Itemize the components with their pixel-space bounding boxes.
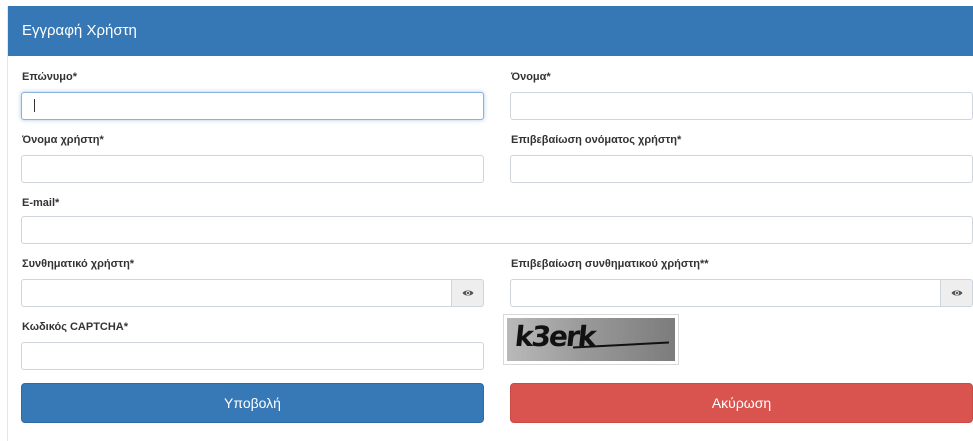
password-confirm-input[interactable] <box>510 279 941 307</box>
captcha-label: Κωδικός CAPTCHA* <box>22 321 129 333</box>
text-caret <box>34 99 35 112</box>
email-label: E-mail* <box>22 197 60 209</box>
captcha-image-frame: k3erk <box>503 314 679 365</box>
password-input[interactable] <box>21 279 452 307</box>
show-password-confirm-button[interactable] <box>941 279 973 307</box>
eye-icon <box>462 290 473 296</box>
firstname-label: Όνομα* <box>511 71 551 83</box>
captcha-input[interactable] <box>21 342 484 370</box>
captcha-image: k3erk <box>507 318 675 361</box>
username-label: Όνομα χρήστη* <box>22 134 104 146</box>
panel-title: Εγγραφή Χρήστη <box>8 6 973 56</box>
username-confirm-label: Επιβεβαίωση ονόματος χρήστη* <box>511 134 682 146</box>
cancel-button[interactable]: Ακύρωση <box>510 383 973 423</box>
username-confirm-input[interactable] <box>510 155 973 183</box>
surname-input[interactable] <box>21 92 484 120</box>
show-password-button[interactable] <box>452 279 484 307</box>
email-input[interactable] <box>21 216 973 244</box>
captcha-image-text: k3erk <box>513 320 597 353</box>
eye-icon <box>951 290 962 296</box>
password-label: Συνθηματικό χρήστη* <box>22 258 135 270</box>
surname-label: Επώνυμο* <box>22 71 77 83</box>
firstname-input[interactable] <box>510 92 973 120</box>
submit-button[interactable]: Υποβολή <box>21 383 484 423</box>
password-confirm-label: Επιβεβαίωση συνθηματικού χρήστη** <box>511 258 709 270</box>
surname-field-wrapper <box>21 92 484 120</box>
username-input[interactable] <box>21 155 484 183</box>
